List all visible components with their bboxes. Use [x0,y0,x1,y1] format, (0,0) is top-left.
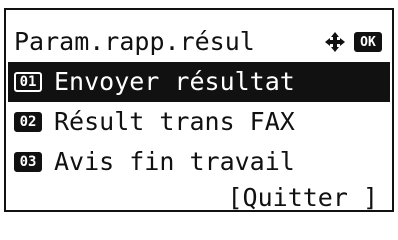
menu-item-label: Avis fin travail [54,147,295,176]
lcd-screen: Param.rapp.résul OK 01 Envoyer résultat … [4,8,394,212]
header-bar: Param.rapp.résul OK [8,22,390,62]
menu-item-envoyer-resultat[interactable]: 01 Envoyer résultat [8,62,390,102]
screen-title: Param.rapp.résul [14,27,255,56]
item-number-badge: 01 [14,72,42,92]
item-number-badge: 03 [14,152,42,172]
menu-item-label: Résult trans FAX [54,107,295,136]
quit-button[interactable]: [Quitter ] [227,178,378,218]
quit-row: [Quitter ] [8,178,390,218]
menu-item-result-trans-fax[interactable]: 02 Résult trans FAX [8,102,390,142]
item-number-badge: 02 [14,112,42,132]
header-icons: OK [324,31,390,53]
menu-item-avis-fin-travail[interactable]: 03 Avis fin travail [8,142,390,182]
ok-icon: OK [354,32,382,52]
four-way-arrow-icon [325,32,345,52]
menu-item-label: Envoyer résultat [54,67,295,96]
